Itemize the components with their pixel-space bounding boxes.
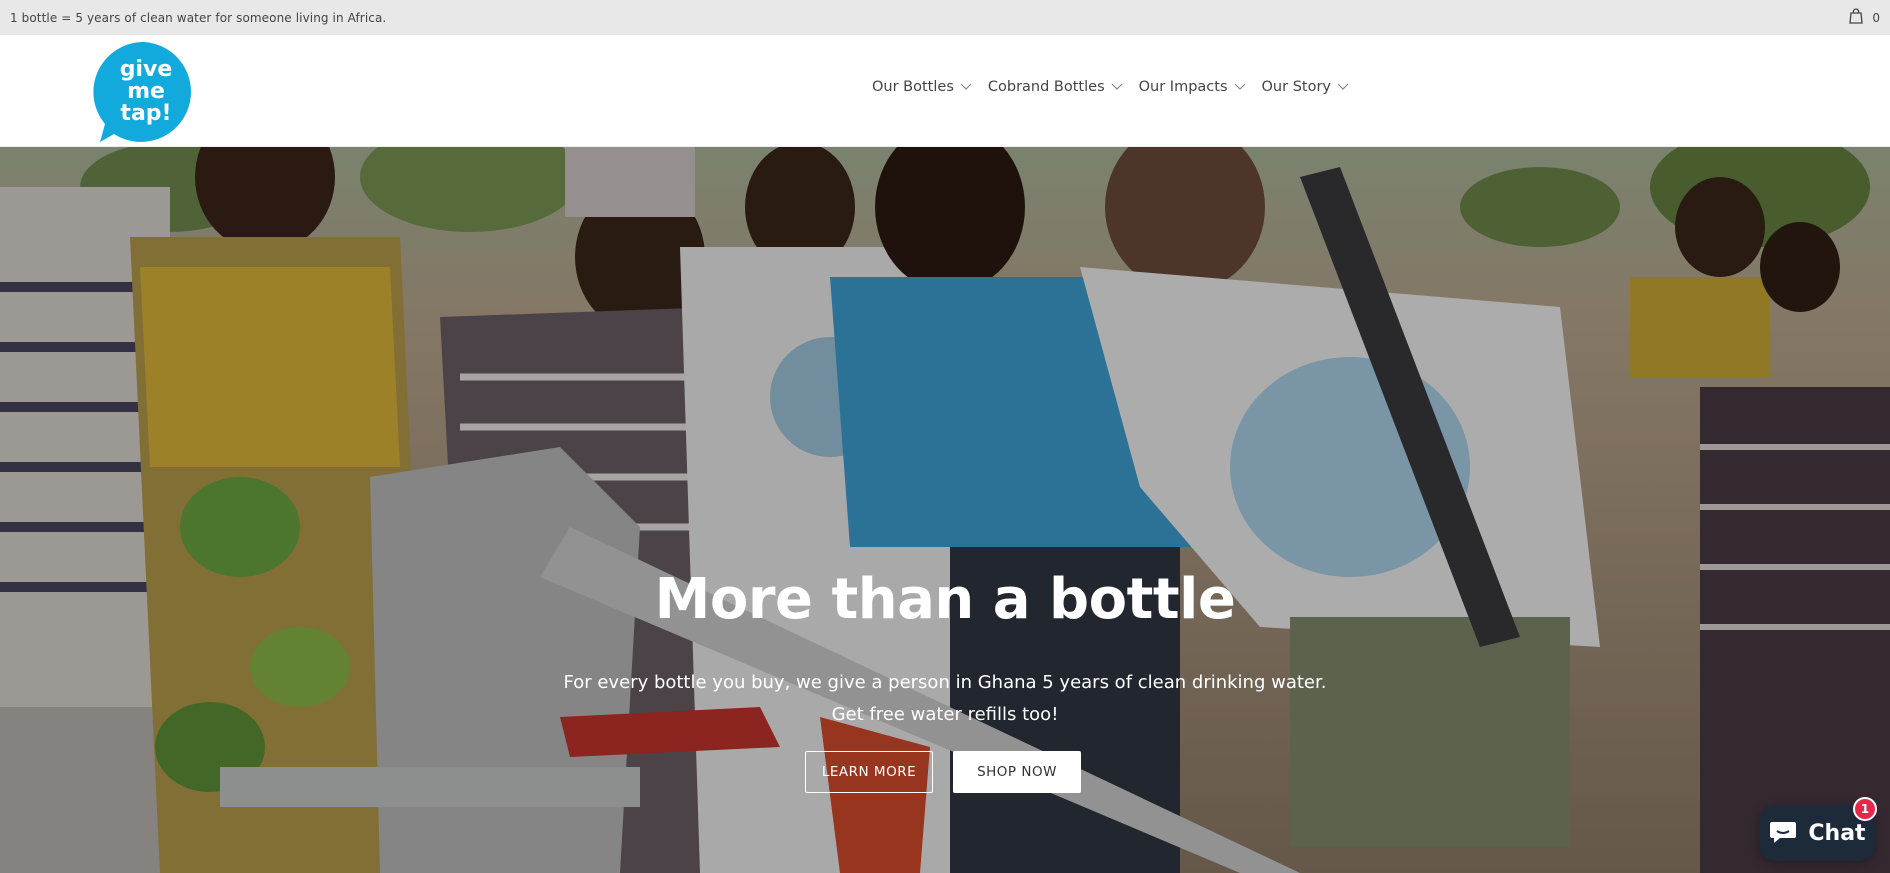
chevron-down-icon xyxy=(1234,79,1246,95)
shopping-bag-icon xyxy=(1848,8,1864,27)
chevron-down-icon xyxy=(960,79,972,95)
hero-buttons: LEARN MORE SHOP NOW xyxy=(805,751,1081,793)
hero-banner: More than a bottle For every bottle you … xyxy=(0,147,1890,873)
nav-label: Our Story xyxy=(1261,79,1331,95)
chevron-down-icon xyxy=(1337,79,1349,95)
main-nav: Our Bottles Cobrand Bottles Our Impacts … xyxy=(872,79,1349,95)
hero-subtitle-line: For every bottle you buy, we give a pers… xyxy=(563,672,1327,693)
chat-bubble-icon xyxy=(1768,816,1798,850)
nav-label: Our Impacts xyxy=(1138,79,1228,95)
svg-text:tap!: tap! xyxy=(120,101,171,126)
chat-notification-badge: 1 xyxy=(1853,797,1877,821)
chat-label: Chat xyxy=(1808,820,1866,846)
nav-item-our-story[interactable]: Our Story xyxy=(1262,79,1349,95)
nav-label: Our Bottles xyxy=(872,79,954,95)
hero-subtitle: For every bottle you buy, we give a pers… xyxy=(0,667,1890,731)
hero-subtitle-line: Get free water refills too! xyxy=(831,704,1059,725)
shop-now-button[interactable]: SHOP NOW xyxy=(953,751,1081,793)
learn-more-button[interactable]: LEARN MORE xyxy=(805,751,933,793)
nav-label: Cobrand Bottles xyxy=(987,79,1105,95)
cart-count: 0 xyxy=(1872,10,1880,25)
nav-item-our-bottles[interactable]: Our Bottles xyxy=(872,79,972,95)
logo[interactable]: give me tap! xyxy=(92,40,196,144)
site-header: give me tap! Our Bottles Cobrand Bottles… xyxy=(0,35,1890,147)
nav-item-cobrand-bottles[interactable]: Cobrand Bottles xyxy=(988,79,1123,95)
announcement-text: 1 bottle = 5 years of clean water for so… xyxy=(10,10,387,25)
nav-item-our-impacts[interactable]: Our Impacts xyxy=(1139,79,1246,95)
hero-title: More than a bottle xyxy=(654,567,1236,632)
cart-button[interactable]: 0 xyxy=(1848,8,1880,27)
announcement-bar: 1 bottle = 5 years of clean water for so… xyxy=(0,0,1890,35)
chevron-down-icon xyxy=(1111,79,1123,95)
